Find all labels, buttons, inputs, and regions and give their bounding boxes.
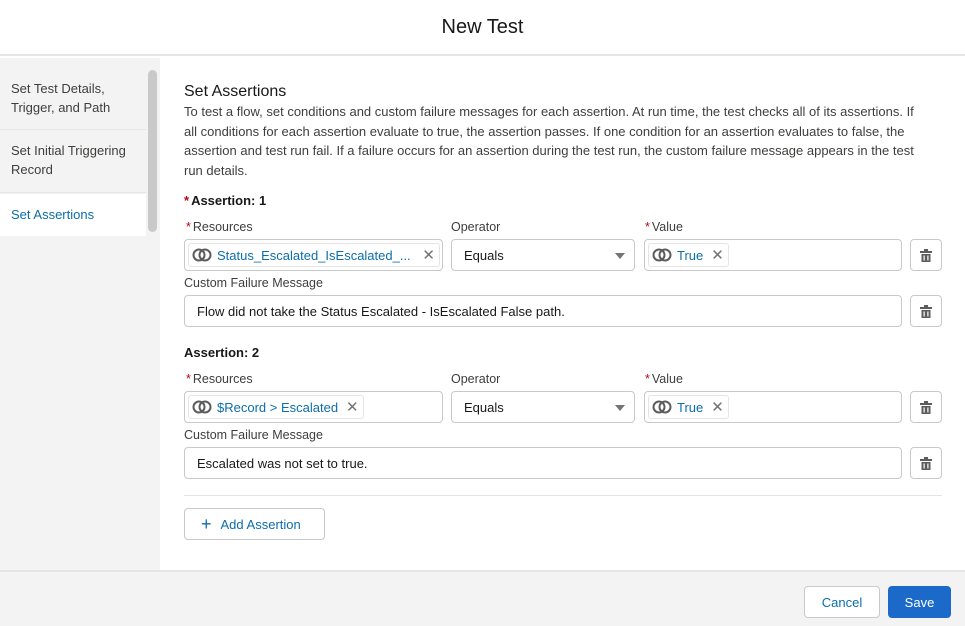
add-assertion-button[interactable]: + Add Assertion: [184, 508, 325, 540]
main-panel: Set Assertions To test a flow, set condi…: [160, 58, 965, 570]
assertion-2-resource-text: $Record > Escalated: [217, 399, 339, 415]
trash-icon: [920, 400, 932, 414]
assertion-2-failure-label: Custom Failure Message: [184, 428, 323, 442]
value-label-text: Value: [651, 220, 683, 234]
resource-link-icon: [192, 400, 212, 414]
assertion-2-failure-input[interactable]: Escalated was not set to true.: [184, 447, 902, 479]
cancel-button[interactable]: Cancel: [804, 586, 880, 618]
assertion-1-failure-label: Custom Failure Message: [184, 276, 323, 290]
assertion-1-operator-select[interactable]: Equals: [451, 239, 635, 271]
section-description: To test a flow, set conditions and custo…: [184, 104, 914, 178]
resource-link-icon: [192, 248, 212, 262]
assertion-1-title: * Assertion: 1: [184, 193, 266, 208]
save-button[interactable]: Save: [888, 586, 951, 618]
required-marker: *: [186, 372, 191, 386]
assertion-1-value-text: True: [677, 247, 704, 263]
sidebar-item-test-details[interactable]: Set Test Details, Trigger, and Path: [0, 70, 146, 130]
modal-title: New Test: [441, 15, 524, 38]
close-icon[interactable]: ✕: [711, 248, 724, 263]
sidebar-scrollbar[interactable]: [148, 70, 157, 232]
assertion-2-value-label: * Value: [645, 372, 683, 386]
assertion-2-value-pill[interactable]: True ✕: [648, 395, 729, 419]
close-icon[interactable]: ✕: [346, 400, 359, 415]
assertion-1-title-text: Assertion: 1: [191, 193, 267, 208]
section-title: Set Assertions: [184, 83, 287, 100]
resource-link-icon: [652, 248, 672, 262]
required-marker: *: [186, 220, 191, 234]
assertion-2-delete-button[interactable]: [910, 447, 942, 479]
assertion-1-delete-condition-button[interactable]: [910, 239, 942, 271]
value-label-text: Value: [651, 372, 683, 386]
assertion-2-operator-value: Equals: [464, 399, 504, 415]
assertion-1-value-label: * Value: [645, 220, 683, 234]
resource-link-icon: [652, 400, 672, 414]
assertion-1-operator-label: Operator: [451, 220, 501, 234]
assertion-2-resources-label: * Resources: [186, 372, 253, 386]
assertion-1-resource-pill[interactable]: Status_Escalated_IsEscalated_... ✕: [188, 243, 440, 267]
assertion-1-resources-label: * Resources: [186, 220, 253, 234]
caret-down-icon: [615, 405, 625, 411]
assertion-2-operator-label: Operator: [451, 372, 501, 386]
resources-label-text: Resources: [192, 372, 253, 386]
sidebar-item-assertions[interactable]: Set Assertions: [0, 194, 146, 236]
assertion-2-value-field[interactable]: True ✕: [644, 391, 902, 423]
assertion-1-value-field[interactable]: True ✕: [644, 239, 902, 271]
caret-down-icon: [615, 253, 625, 259]
assertion-1-resources-field[interactable]: Status_Escalated_IsEscalated_... ✕: [184, 239, 443, 271]
divider: [184, 495, 942, 496]
assertion-2-value-text: True: [677, 399, 704, 415]
required-marker: *: [645, 372, 650, 386]
trash-icon: [920, 248, 932, 262]
sidebar-nav: Set Test Details, Trigger, and Path Set …: [0, 58, 160, 570]
modal-header: New Test: [0, 0, 965, 56]
assertion-2-resources-field[interactable]: $Record > Escalated ✕: [184, 391, 443, 423]
assertion-1-failure-input[interactable]: Flow did not take the Status Escalated -…: [184, 295, 902, 327]
assertion-1-value-pill[interactable]: True ✕: [648, 243, 729, 267]
assertion-1-operator-value: Equals: [464, 247, 504, 263]
trash-icon: [920, 456, 932, 470]
assertion-2-title: Assertion: 2: [184, 345, 260, 360]
sidebar-item-triggering-record[interactable]: Set Initial Triggering Record: [0, 131, 146, 193]
resources-label-text: Resources: [192, 220, 253, 234]
plus-icon: +: [201, 514, 212, 534]
assertion-2-operator-select[interactable]: Equals: [451, 391, 635, 423]
add-assertion-label: Add Assertion: [220, 516, 301, 532]
close-icon[interactable]: ✕: [711, 400, 724, 415]
assertion-2-delete-condition-button[interactable]: [910, 391, 942, 423]
close-icon[interactable]: ✕: [422, 248, 435, 263]
required-marker: *: [645, 220, 650, 234]
assertion-1-resource-text: Status_Escalated_IsEscalated_...: [217, 247, 411, 263]
trash-icon: [920, 304, 932, 318]
assertion-2-resource-pill[interactable]: $Record > Escalated ✕: [188, 395, 364, 419]
assertion-1-delete-button[interactable]: [910, 295, 942, 327]
required-marker: *: [184, 193, 190, 208]
modal-footer: Cancel Save: [0, 570, 965, 626]
